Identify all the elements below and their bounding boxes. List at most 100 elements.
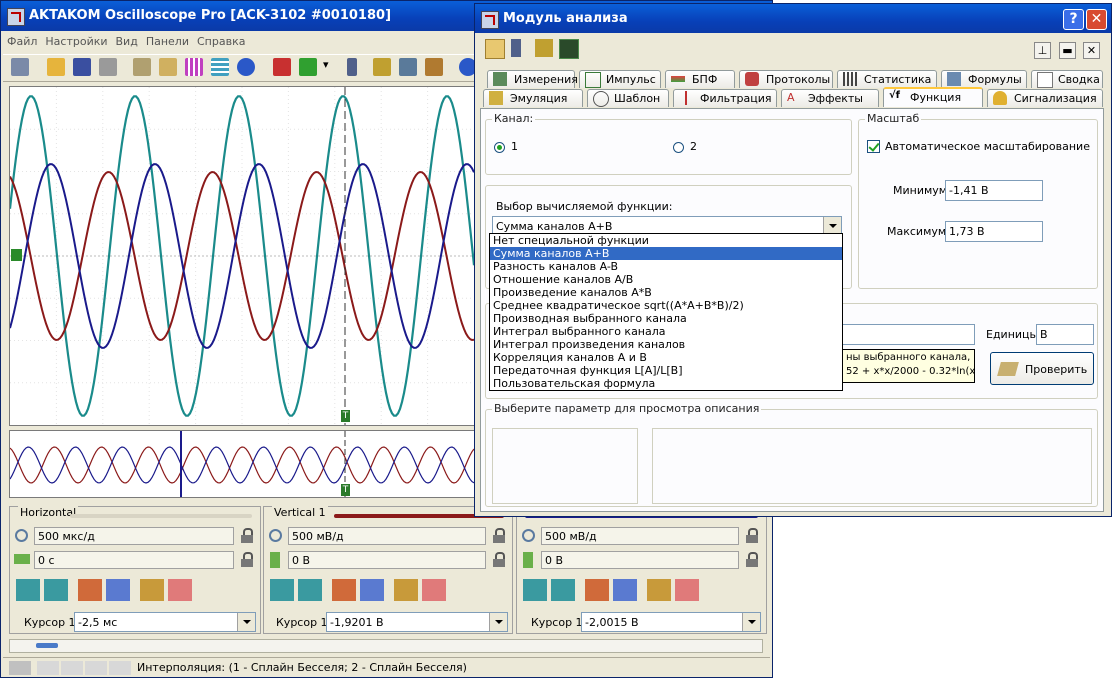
vertical1-cursor-select[interactable]: -1,9201 В (326, 612, 508, 632)
shift-down-button[interactable] (270, 579, 294, 601)
close-button[interactable]: ✕ (1086, 9, 1107, 30)
menu-help[interactable]: Справка (193, 32, 249, 51)
overview-cursor-marker[interactable]: T (341, 484, 350, 496)
parameter-list[interactable] (492, 428, 638, 504)
zoom-in-button[interactable] (78, 579, 102, 601)
time-scale-lock-icon[interactable] (240, 528, 254, 544)
function-dropdown-list[interactable]: Нет специальной функции Сумма каналов A+… (489, 233, 843, 391)
waveform-icon[interactable] (559, 39, 579, 59)
shift-right-button[interactable] (44, 579, 68, 601)
ch1-offset-lock-icon[interactable] (492, 552, 506, 568)
close-icon[interactable]: ✕ (1083, 42, 1100, 59)
check-button[interactable]: Проверить (990, 352, 1094, 385)
ch1-scale-lock-icon[interactable] (492, 528, 506, 544)
dialog-title-bar[interactable]: Модуль анализа ? ✕ (475, 4, 1111, 33)
save-icon[interactable] (73, 58, 91, 76)
tab-function[interactable]: √f Функция (883, 87, 983, 107)
open-folder-icon[interactable] (47, 58, 65, 76)
function-option[interactable]: Пользовательская формула (490, 377, 842, 390)
ch2-scale-field[interactable]: 500 мВ/д (541, 527, 739, 545)
reset-scale-button[interactable] (675, 579, 699, 601)
function-option[interactable]: Среднее квадратическое sqrt((A*A+B*B)/2) (490, 299, 842, 312)
function-option[interactable]: Интеграл выбранного канала (490, 325, 842, 338)
shift-up-button[interactable] (551, 579, 575, 601)
grid-icon[interactable] (211, 58, 229, 76)
zoom-out-button[interactable] (106, 579, 130, 601)
menu-settings[interactable]: Настройки (41, 32, 111, 51)
function-option[interactable]: Отношение каналов A/B (490, 273, 842, 286)
ch2-scale-lock-icon[interactable] (745, 528, 759, 544)
copy-icon[interactable] (133, 58, 151, 76)
zoom-in-button[interactable] (585, 579, 609, 601)
min-input[interactable]: -1,41 В (945, 180, 1043, 201)
time-offset-field[interactable]: 0 с (34, 551, 234, 569)
menu-file[interactable]: Файл (3, 32, 41, 51)
reset-scale-button[interactable] (168, 579, 192, 601)
tab-pulse[interactable]: Импульс (579, 70, 661, 88)
zoom-in-button[interactable] (332, 579, 356, 601)
function-option[interactable]: Разность каналов A-B (490, 260, 842, 273)
function-option[interactable]: Интеграл произведения каналов (490, 338, 842, 351)
tab-formulas[interactable]: Формулы (941, 70, 1027, 88)
function-option[interactable]: Произведение каналов A*B (490, 286, 842, 299)
tab-measurements[interactable]: Измерения (487, 70, 578, 88)
max-input[interactable]: 1,73 В (945, 221, 1043, 242)
channel-2-radio[interactable] (673, 142, 684, 153)
probe-icon[interactable] (425, 58, 443, 76)
marker-icon[interactable] (299, 58, 317, 76)
tab-fft[interactable]: БПФ (665, 70, 735, 88)
ch1-offset-field[interactable]: 0 В (288, 551, 486, 569)
function-option[interactable]: Передаточная функция L[A]/L[B] (490, 364, 842, 377)
cursor-t-marker[interactable]: T (341, 410, 350, 422)
horizontal-cursor-select[interactable]: -2,5 мс (74, 612, 256, 632)
tab-protocols[interactable]: Протоколы (739, 70, 833, 88)
help-button[interactable]: ? (1063, 9, 1084, 30)
auto-scale-button[interactable] (394, 579, 418, 601)
chevron-down-icon[interactable] (489, 613, 507, 631)
pin-icon[interactable]: ⊥ (1034, 42, 1051, 59)
info-panel-icon[interactable] (347, 58, 357, 76)
calibrate-icon[interactable] (373, 58, 391, 76)
tab-template[interactable]: Шаблон (587, 89, 669, 107)
new-icon[interactable] (485, 39, 505, 59)
function-option[interactable]: Нет специальной функции (490, 234, 842, 247)
ch1-scale-field[interactable]: 500 мВ/д (288, 527, 486, 545)
auto-scale-button[interactable] (140, 579, 164, 601)
tab-alarm[interactable]: Сигнализация (987, 89, 1103, 107)
zoom-out-button[interactable] (360, 579, 384, 601)
cursor-icon[interactable] (273, 58, 291, 76)
function-option[interactable]: Производная выбранного канала (490, 312, 842, 325)
function-option[interactable]: Корреляция каналов А и В (490, 351, 842, 364)
menu-view[interactable]: Вид (112, 32, 142, 51)
tab-statistics[interactable]: Статистика (837, 70, 937, 88)
vertical2-cursor-select[interactable]: -2,0015 В (581, 612, 761, 632)
formula-input[interactable] (842, 324, 975, 345)
oscillogram-display[interactable]: T (9, 86, 475, 426)
tab-effects[interactable]: A Эффекты (781, 89, 879, 107)
zoom-out-button[interactable] (613, 579, 637, 601)
time-scale-field[interactable]: 500 мкс/д (34, 527, 234, 545)
signal-icon[interactable] (185, 58, 203, 76)
ch2-offset-field[interactable]: 0 В (541, 551, 739, 569)
trigger-level-marker[interactable] (11, 249, 22, 261)
exit-icon[interactable] (11, 58, 29, 76)
chevron-down-icon[interactable] (742, 613, 760, 631)
auto-scale-checkbox[interactable] (867, 140, 880, 153)
shift-down-button[interactable] (523, 579, 547, 601)
print-icon[interactable] (99, 58, 117, 76)
menu-panels[interactable]: Панели (142, 32, 193, 51)
reset-scale-button[interactable] (422, 579, 446, 601)
tab-summary[interactable]: Сводка (1031, 70, 1103, 88)
shift-up-button[interactable] (298, 579, 322, 601)
tab-emulation[interactable]: Эмуляция (483, 89, 583, 107)
overview-display[interactable]: T (9, 430, 475, 498)
pause-icon[interactable] (237, 58, 255, 76)
ch2-offset-lock-icon[interactable] (745, 552, 759, 568)
channel-1-radio[interactable] (494, 142, 505, 153)
auto-scale-button[interactable] (647, 579, 671, 601)
slider-thumb[interactable] (36, 643, 58, 648)
paste-icon[interactable] (159, 58, 177, 76)
time-position-slider[interactable] (9, 639, 763, 653)
calibrate-icon[interactable] (535, 39, 553, 57)
shift-left-button[interactable] (16, 579, 40, 601)
